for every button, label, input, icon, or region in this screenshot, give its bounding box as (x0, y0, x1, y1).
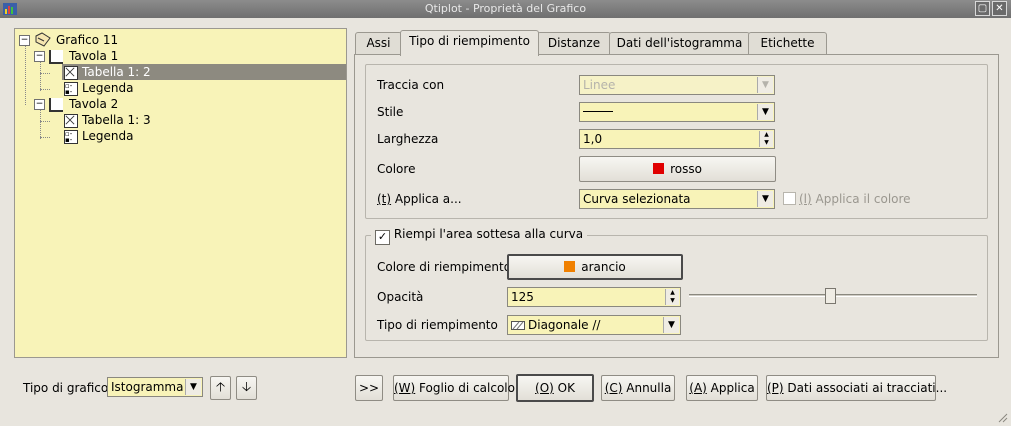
tree-item-curve-selected[interactable]: Tabella 1: 2 (62, 64, 346, 80)
chevron-down-icon: ▼ (757, 104, 773, 120)
plot-type-combo[interactable]: Istogramma ▼ (107, 377, 203, 397)
draw-with-label: Traccia con (377, 78, 445, 92)
draw-with-combo: Linee ▼ (579, 75, 775, 95)
ok-button[interactable]: (O) OK (516, 374, 594, 402)
window-title: Qtiplot - Proprietà del Grafico (424, 2, 587, 15)
fill-pattern-combo[interactable]: Diagonale // ▼ (507, 315, 681, 335)
solid-line-icon (583, 111, 613, 112)
fill-area-checkbox[interactable]: ✓ (375, 230, 390, 245)
close-button[interactable]: ✕ (992, 1, 1007, 16)
diagonal-pattern-icon (511, 321, 525, 330)
width-spinbox[interactable]: 1,0 ▲ ▼ (579, 129, 775, 149)
apply-to-combo[interactable]: Curva selezionata ▼ (579, 189, 775, 209)
color-label: Colore (377, 162, 416, 176)
app-icon (3, 3, 17, 15)
opacity-spinbox[interactable]: 125 ▲ ▼ (507, 287, 681, 307)
width-label: Larghezza (377, 132, 439, 146)
apply-to-label: (t) Applica a... (377, 192, 462, 206)
color-swatch (564, 261, 576, 272)
tab-panel: Traccia con Linee ▼ Stile ▼ Larghezza 1,0… (354, 54, 999, 358)
color-swatch (653, 163, 665, 174)
tab-fill-type[interactable]: Tipo di riempimento (400, 30, 539, 56)
worksheet-button[interactable]: (W) Foglio di calcolo (393, 375, 515, 401)
line-color-button[interactable]: rosso (579, 156, 776, 182)
opacity-slider-handle[interactable] (824, 288, 836, 304)
graph-folder-icon (35, 32, 51, 47)
chevron-down-icon: ▼ (663, 317, 679, 333)
spin-arrows-icon[interactable]: ▲ ▼ (759, 131, 773, 147)
expand-button[interactable]: >> (355, 375, 383, 401)
layer-icon (49, 98, 63, 112)
tab-labels[interactable]: Etichette (748, 32, 827, 55)
chevron-down-icon: ▼ (757, 77, 773, 93)
chevron-down-icon: ▼ (185, 379, 201, 395)
collapse-icon[interactable]: − (34, 51, 45, 62)
arrow-up-icon: 🡡 (215, 380, 226, 395)
apply-button[interactable]: (A) Applica (686, 375, 758, 401)
associated-data-button[interactable]: (P) Dati associati ai tracciati... (766, 375, 947, 401)
cancel-button[interactable]: (C) Annulla (601, 375, 675, 401)
tab-histogram-data[interactable]: Dati dell'istogramma (609, 32, 750, 55)
opacity-label: Opacità (377, 290, 424, 304)
fill-color-label: Colore di riempimento (377, 260, 512, 274)
resize-grip-icon[interactable] (996, 411, 1008, 423)
apply-color-checkbox (783, 192, 796, 205)
chevron-down-icon: ▼ (757, 191, 773, 207)
style-label: Stile (377, 105, 404, 119)
curve-icon (64, 114, 78, 128)
arrow-down-icon: 🡣 (241, 380, 252, 395)
window-titlebar: Qtiplot - Proprietà del Grafico (0, 0, 1011, 18)
curve-icon (64, 66, 78, 80)
legend-icon: ▫- ▪- (64, 130, 78, 144)
plot-tree[interactable]: − Grafico 11 − Tavola 1 Tabella 1: 2 ▫- ▪… (14, 28, 347, 358)
collapse-icon[interactable]: − (34, 99, 45, 110)
collapse-icon[interactable]: − (19, 35, 30, 46)
legend-icon: ▫- ▪- (64, 82, 78, 96)
fill-area-label: Riempi l'area sottesa alla curva (393, 227, 584, 241)
spin-arrows-icon[interactable]: ▲ ▼ (665, 289, 679, 305)
pattern-label: Tipo di riempimento (377, 318, 498, 332)
move-down-button[interactable]: 🡣 (236, 376, 257, 400)
tab-axes[interactable]: Assi (355, 32, 402, 55)
fill-group-header: ✓ Riempi l'area sottesa alla curva (371, 226, 588, 245)
fill-color-button[interactable]: arancio (507, 254, 683, 280)
line-style-combo[interactable]: ▼ (579, 102, 775, 122)
tab-spacing[interactable]: Distanze (537, 32, 611, 55)
apply-color-label: (l) Applica il colore (799, 192, 911, 206)
maximize-button[interactable]: ▢ (975, 1, 990, 16)
layer-icon (49, 50, 63, 64)
move-up-button[interactable]: 🡡 (210, 376, 231, 400)
plot-type-label: Tipo di grafico (23, 381, 109, 395)
